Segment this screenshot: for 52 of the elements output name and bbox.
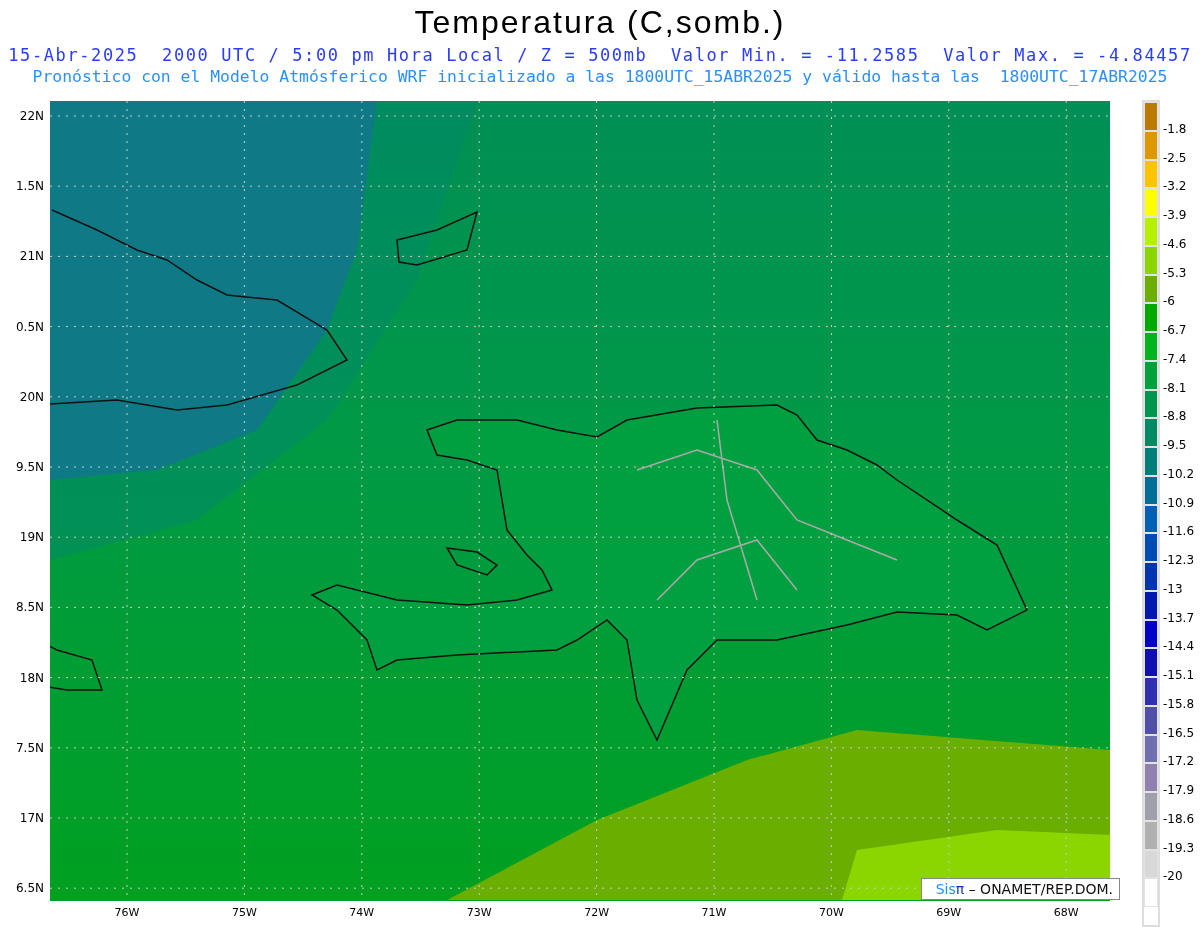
legend-label: -5.3	[1163, 264, 1187, 281]
legend-label: -10.2	[1163, 465, 1195, 482]
axis-label: 19N	[19, 529, 44, 546]
legend-label: -8.8	[1163, 408, 1187, 425]
legend-label: -3.2	[1163, 178, 1187, 195]
legend-label: -17.9	[1163, 782, 1195, 798]
axis-label: 18N	[19, 669, 44, 686]
legend-label: -8.1	[1163, 379, 1187, 396]
legend-label: -15.1	[1163, 667, 1195, 683]
credit-label: Sisπ – ONAMET/REP.DOM.	[920, 878, 1120, 900]
chart-description: Pronóstico con el Modelo Atmósferico WRF inicializado a las 1800UTC_15ABR2025 y válido hasta las 1800UTC_17ABR2025	[32, 66, 1168, 87]
legend-label: -9.5	[1163, 437, 1187, 453]
legend-label: -12.3	[1163, 552, 1195, 568]
axis-label: 9.5N	[15, 459, 44, 475]
axis-label: 20N	[19, 388, 44, 405]
axis-label: 71W	[700, 906, 728, 920]
axis-label: 76W	[113, 906, 141, 920]
legend-label: -16.5	[1163, 724, 1195, 741]
axis-label: 21N	[19, 248, 44, 265]
legend-label: -4.6	[1163, 235, 1187, 252]
legend-label: -11.6	[1163, 523, 1195, 540]
legend-label: -7.4	[1163, 350, 1187, 367]
legend-label: -2.5	[1163, 149, 1187, 166]
axis-label: 8.5N	[15, 599, 44, 616]
axis-label: 74W	[348, 906, 376, 920]
axis-label: 69W	[935, 906, 963, 920]
legend-label: -14.4	[1163, 638, 1195, 655]
axis-label: 6.5N	[15, 880, 44, 897]
axis-label: 22N	[19, 108, 44, 124]
legend-label: -6.7	[1163, 322, 1187, 338]
legend-label: -10.9	[1163, 494, 1195, 511]
legend-label: -15.8	[1163, 695, 1195, 712]
legend-label: -20	[1163, 868, 1183, 885]
chart-title: Temperatura (C,somb.)	[414, 3, 786, 41]
legend-label: -17.2	[1163, 753, 1195, 770]
axis-label: 1.5N	[15, 178, 44, 195]
legend-label: -13.7	[1163, 609, 1195, 626]
axis-label: 7.5N	[15, 739, 44, 756]
chart-subtitle: 15-Abr-2025 2000 UTC / 5:00 pm Hora Local / Z = 500mb Valor Min. = -11.2585 Valor Max. = -4.84457	[8, 45, 1192, 66]
axis-label: 0.5N	[15, 318, 44, 335]
legend-label: -6	[1163, 293, 1175, 310]
axis-label: 17N	[19, 810, 44, 826]
legend-label: -1.8	[1163, 120, 1187, 137]
legend-label: -13	[1163, 580, 1183, 597]
axis-label: 75W	[230, 906, 258, 920]
axis-label: 70W	[817, 906, 845, 920]
legend-label: -3.9	[1163, 207, 1187, 223]
axis-label: 68W	[1052, 906, 1080, 920]
legend-label: -18.6	[1163, 810, 1195, 827]
axis-label: 73W	[465, 906, 493, 920]
legend-label: -19.3	[1163, 839, 1195, 856]
axis-label: 72W	[583, 906, 611, 920]
